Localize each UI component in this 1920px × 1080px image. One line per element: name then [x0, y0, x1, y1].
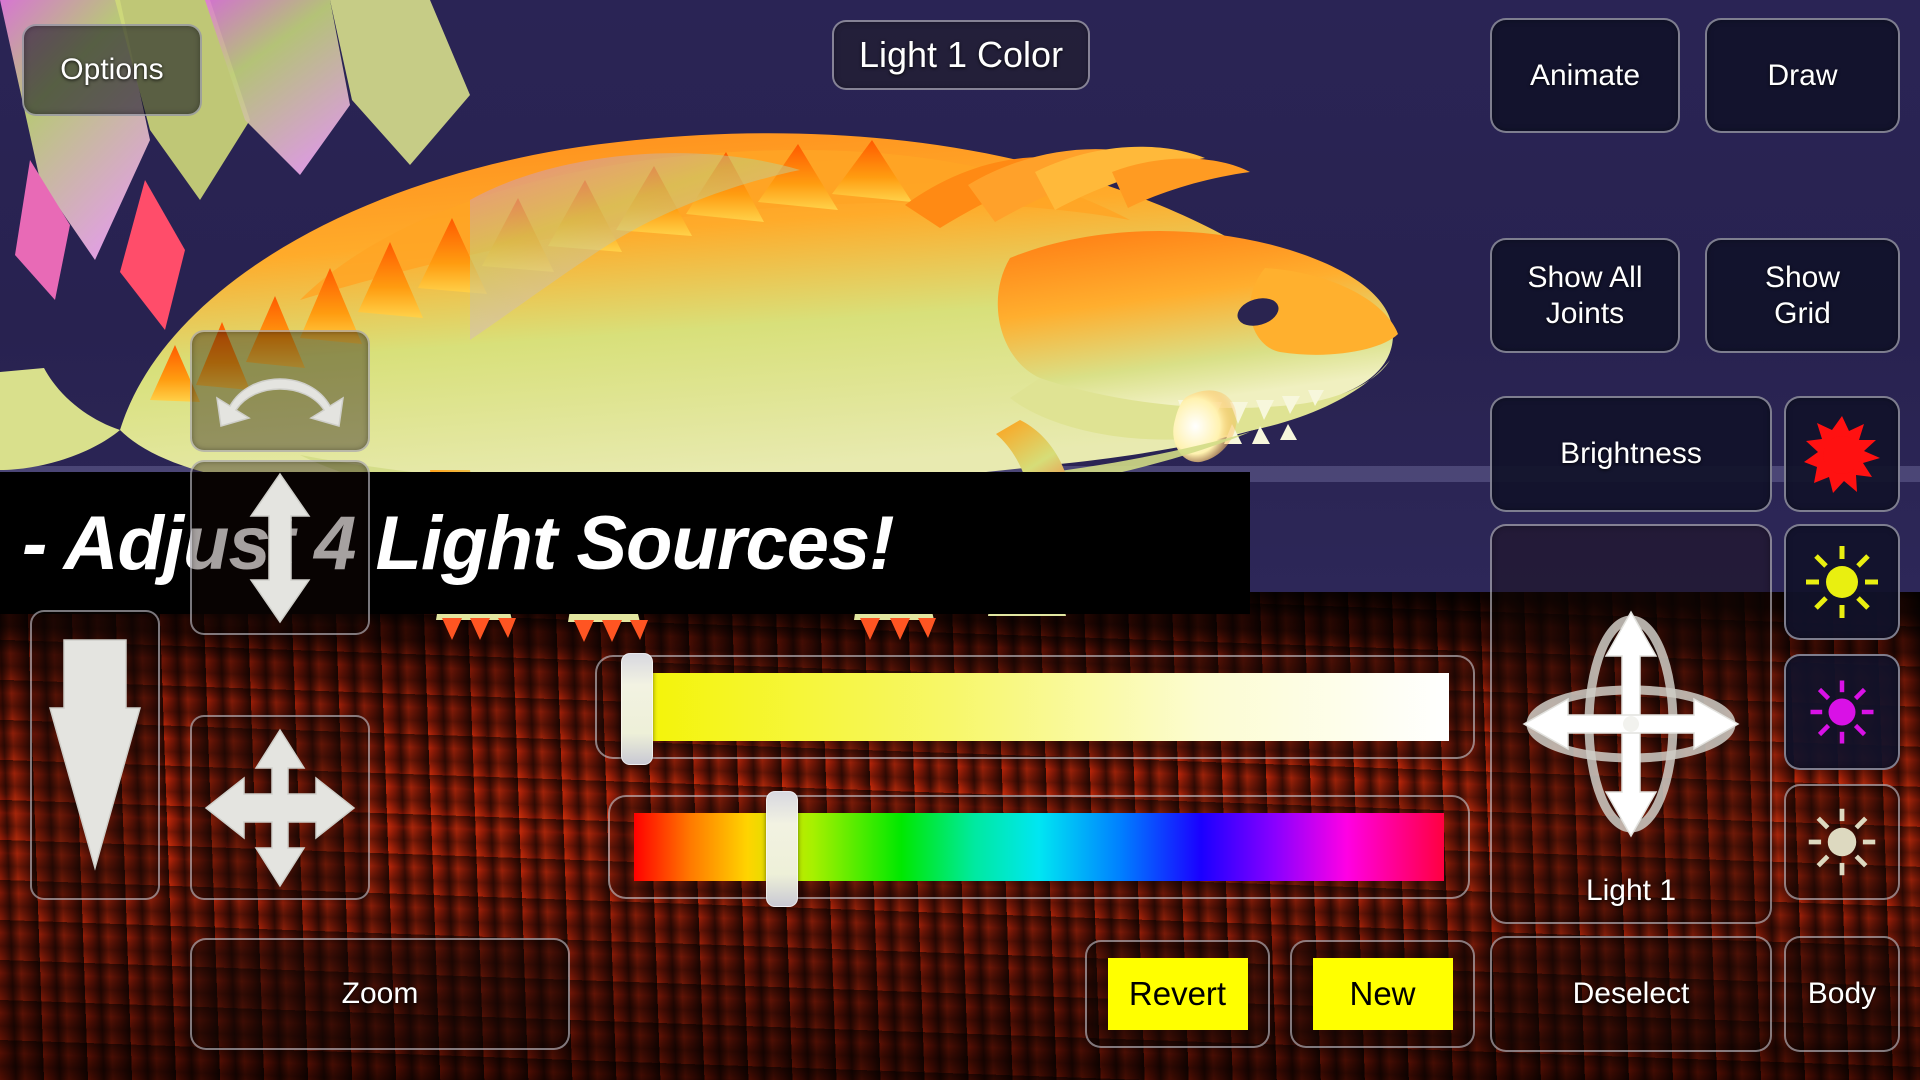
revert-swatch: Revert — [1107, 958, 1248, 1030]
deselect-button-label: Deselect — [1572, 977, 1690, 1011]
light-1-button[interactable] — [1784, 396, 1900, 512]
sun-red-icon — [1804, 416, 1880, 493]
app-root: - Adjust 4 Light Sources! Options Light … — [0, 0, 1920, 1080]
deselect-button[interactable]: Deselect — [1490, 936, 1772, 1052]
draw-button-label: Draw — [1767, 58, 1838, 92]
revert-button-label: Revert — [1128, 974, 1227, 1012]
options-button[interactable]: Options — [22, 24, 202, 116]
curved-double-arrow-icon — [216, 378, 344, 427]
light-2-button[interactable] — [1784, 524, 1900, 640]
show-grid-label: Show Grid — [1764, 261, 1841, 330]
move-control[interactable] — [190, 715, 370, 900]
zoom-button-label: Zoom — [341, 977, 419, 1011]
animate-button-label: Animate — [1529, 58, 1641, 92]
zoom-button[interactable]: Zoom — [190, 938, 570, 1050]
light-color-title: Light 1 Color — [832, 20, 1090, 90]
new-button-label: New — [1349, 974, 1416, 1012]
saturation-slider-thumb[interactable] — [621, 653, 653, 765]
light-selector-label: Light 1 — [1585, 873, 1677, 907]
body-button[interactable]: Body — [1784, 936, 1900, 1052]
draw-button[interactable]: Draw — [1705, 18, 1900, 133]
light-orbit-pad[interactable]: Light 1 — [1490, 524, 1772, 924]
up-down-control[interactable] — [190, 460, 370, 635]
down-control[interactable] — [30, 610, 160, 900]
show-all-joints-button[interactable]: Show All Joints — [1490, 238, 1680, 353]
saturation-slider[interactable] — [595, 653, 1475, 765]
light-color-title-label: Light 1 Color — [858, 33, 1064, 75]
four-way-move-icon — [204, 728, 356, 887]
new-button[interactable]: New — [1290, 940, 1475, 1048]
sun-white-icon — [1808, 808, 1876, 876]
new-swatch: New — [1312, 958, 1453, 1030]
sun-yellow-icon — [1806, 546, 1878, 618]
sun-magenta-icon — [1810, 680, 1874, 744]
vertical-double-arrow-icon — [249, 472, 311, 623]
hue-slider[interactable] — [608, 791, 1470, 907]
promo-banner-text: - Adjust 4 Light Sources! — [22, 500, 895, 586]
saturation-slider-track[interactable] — [621, 673, 1449, 741]
options-button-label: Options — [60, 53, 164, 87]
down-arrow-icon — [49, 639, 141, 871]
revert-button[interactable]: Revert — [1085, 940, 1270, 1048]
brightness-button[interactable]: Brightness — [1490, 396, 1772, 512]
show-grid-button[interactable]: Show Grid — [1705, 238, 1900, 353]
body-button-label: Body — [1807, 977, 1877, 1011]
animate-button[interactable]: Animate — [1490, 18, 1680, 133]
show-all-joints-label: Show All Joints — [1527, 261, 1643, 330]
rotate-control[interactable] — [190, 330, 370, 452]
brightness-button-label: Brightness — [1560, 437, 1702, 471]
light-3-button[interactable] — [1784, 654, 1900, 770]
promo-banner: - Adjust 4 Light Sources! — [0, 472, 1250, 614]
orbit-move-icon — [1522, 610, 1740, 838]
hue-slider-thumb[interactable] — [766, 791, 799, 907]
hue-slider-track[interactable] — [634, 813, 1444, 881]
light-4-button[interactable] — [1784, 784, 1900, 900]
